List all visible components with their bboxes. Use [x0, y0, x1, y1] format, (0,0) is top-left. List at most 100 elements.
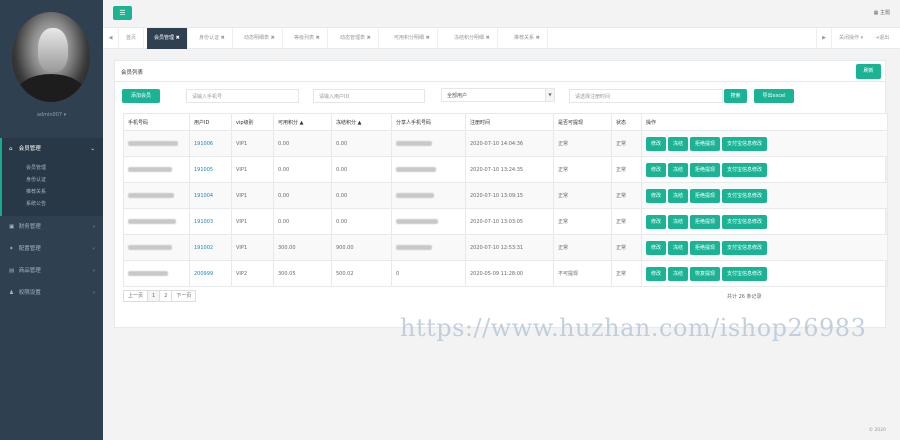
sidebar-item-finance[interactable]: ▣ 财务管理 ‹ [0, 216, 103, 238]
close-ops-dropdown[interactable]: 关闭操作 ▾ [839, 28, 863, 49]
col-uid[interactable]: 用户ID [189, 113, 232, 131]
logout-button[interactable]: ⇥退出 [875, 28, 889, 49]
cell-uid-link[interactable]: 191006 [189, 130, 232, 157]
refuse-withdraw-button[interactable]: 拒绝提现 [690, 240, 721, 255]
alipay-edit-button[interactable]: 支付宝信息修改 [722, 214, 768, 229]
box-icon: ▤ [9, 268, 15, 274]
member-list-panel: 会员列表 刷新 添加会员 请输入手机号 请输入用户ID 全部用户 ▼ 请选择注册… [114, 60, 888, 328]
cell-uid-link[interactable]: 191004 [189, 182, 232, 209]
add-member-button[interactable]: 添加会员 [122, 89, 160, 103]
theme-button[interactable]: ▦ 主题 [874, 9, 890, 16]
freeze-button[interactable]: 冻结 [668, 162, 689, 177]
edit-button[interactable]: 修改 [646, 214, 667, 229]
user-icon: ♟ [9, 290, 14, 296]
alipay-edit-button[interactable]: 支付宝信息修改 [722, 266, 768, 281]
tab-scroll-left-button[interactable]: ◀ [103, 28, 119, 49]
cell-status: 正常 [611, 130, 642, 157]
cell-vip: VIP1 [231, 130, 274, 157]
submenu-item-announcement[interactable]: 系统公告 [2, 198, 103, 210]
search-button[interactable]: 搜索 [724, 89, 747, 103]
col-withdrawable[interactable]: 是否可提现 [553, 113, 612, 131]
submenu-item-member-manage[interactable]: 会员管理 [2, 162, 103, 174]
col-register-time[interactable]: 注册时间 [465, 113, 554, 131]
col-referrer-phone[interactable]: 分享人手机号码 [391, 113, 466, 131]
tab-scroll-right-button[interactable]: ▶ [816, 28, 832, 49]
register-time-input[interactable]: 请选择注册时间 [569, 89, 723, 103]
cell-uid-link[interactable]: 200999 [189, 260, 232, 287]
cell-actions: 修改 冻结 拒绝提现 支付宝信息修改 [641, 234, 888, 261]
export-excel-button[interactable]: 导出excel [754, 89, 794, 103]
refuse-withdraw-button[interactable]: 拒绝提现 [690, 136, 721, 151]
tab-referral[interactable]: 推荐关系 ✖ [507, 28, 548, 49]
col-frozen-points[interactable]: 冻结积分 ▲ [331, 113, 392, 131]
col-status[interactable]: 状态 [611, 113, 642, 131]
freeze-button[interactable]: 冻结 [668, 266, 689, 281]
cell-uid-link[interactable]: 191002 [189, 234, 232, 261]
col-available-points[interactable]: 可用积分 ▲ [273, 113, 332, 131]
submenu-item-referral[interactable]: 推荐关系 [2, 186, 103, 198]
table-row: 191005 VIP1 0.00 0.00 2020-07-10 13:24:3… [123, 156, 888, 183]
page-1-button[interactable]: 1 [148, 291, 161, 301]
cell-frozen: 500.02 [331, 260, 392, 287]
cell-actions: 修改 冻结 拒绝提现 支付宝信息修改 [641, 182, 888, 209]
cell-vip: VIP1 [231, 182, 274, 209]
freeze-button[interactable]: 冻结 [668, 188, 689, 203]
alipay-edit-button[interactable]: 支付宝信息修改 [722, 240, 768, 255]
tab-level-list[interactable]: 等级列表 ✖ [287, 28, 328, 49]
cell-frozen: 900.00 [331, 234, 392, 261]
sidebar-item-permissions[interactable]: ♟ 权限设置 ‹ [0, 282, 103, 304]
uid-search-input[interactable]: 请输入用户ID [313, 89, 425, 103]
tab-dynamic-manage[interactable]: 动态管理表 ✖ [333, 28, 379, 49]
logout-label: 退出 [879, 35, 890, 41]
freeze-button[interactable]: 冻结 [668, 240, 689, 255]
col-phone[interactable]: 手机号码 [123, 113, 190, 131]
edit-button[interactable]: 修改 [646, 162, 667, 177]
tab-home[interactable]: 首页 [119, 28, 145, 49]
edit-button[interactable]: 修改 [646, 136, 667, 151]
tab-dynamic-detail[interactable]: 动态明细表 ✖ [237, 28, 283, 49]
top-header: ☰ ▦ 主题 [103, 0, 900, 28]
col-vip[interactable]: vip级别 [231, 113, 274, 131]
alipay-edit-button[interactable]: 支付宝信息修改 [722, 188, 768, 203]
tab-frozen-points[interactable]: 冻结积分明细 ✖ [447, 28, 498, 49]
phone-search-input[interactable]: 请输入手机号 [186, 89, 299, 103]
sidebar-submenu: 会员管理 身份认证 推荐关系 系统公告 [0, 160, 103, 216]
prev-page-button[interactable]: 上一页 [124, 291, 149, 301]
tab-member-manage[interactable]: 会员管理 ✖ [147, 28, 188, 49]
cell-status: 正常 [611, 182, 642, 209]
alipay-edit-button[interactable]: 支付宝信息修改 [722, 162, 768, 177]
edit-button[interactable]: 修改 [646, 188, 667, 203]
restore-withdraw-button[interactable]: 恢复提现 [690, 266, 721, 281]
freeze-button[interactable]: 冻结 [668, 214, 689, 229]
freeze-button[interactable]: 冻结 [668, 136, 689, 151]
cell-uid-link[interactable]: 191003 [189, 208, 232, 235]
tab-identity[interactable]: 身份认证 ✖ [192, 28, 233, 49]
edit-button[interactable]: 修改 [646, 266, 667, 281]
refuse-withdraw-button[interactable]: 拒绝提现 [690, 162, 721, 177]
edit-button[interactable]: 修改 [646, 240, 667, 255]
next-page-button[interactable]: 下一页 [172, 291, 195, 301]
cell-status: 正常 [611, 260, 642, 287]
cell-available: 0.00 [273, 130, 332, 157]
cell-withdrawable: 正常 [553, 130, 612, 157]
page-2-button[interactable]: 2 [160, 291, 173, 301]
cell-uid-link[interactable]: 191005 [189, 156, 232, 183]
alipay-edit-button[interactable]: 支付宝信息修改 [722, 136, 768, 151]
cell-frozen: 0.00 [331, 208, 392, 235]
total-records: 共计 26 条记录 [727, 294, 762, 300]
tab-available-points[interactable]: 可用积分明细 ✖ [387, 28, 438, 49]
refuse-withdraw-button[interactable]: 拒绝提现 [690, 214, 721, 229]
refresh-button[interactable]: 刷新 [856, 64, 881, 79]
sidebar-item-config[interactable]: ✦ 配置管理 ‹ [0, 238, 103, 260]
user-status-select[interactable]: 全部用户 ▼ [441, 88, 555, 102]
avatar[interactable] [12, 12, 90, 102]
menu-toggle-button[interactable]: ☰ [113, 6, 132, 20]
user-name-dropdown[interactable]: admin007 ▾ [0, 112, 103, 118]
sidebar-item-members[interactable]: ⌂ 会员管理 ⌄ [0, 138, 103, 160]
table-row: 191002 VIP1 300.00 900.00 2020-07-10 12:… [123, 234, 888, 261]
refuse-withdraw-button[interactable]: 拒绝提现 [690, 188, 721, 203]
cell-vip: VIP1 [231, 234, 274, 261]
sidebar-item-goods[interactable]: ▤ 商品管理 ‹ [0, 260, 103, 282]
select-value: 全部用户 [447, 93, 468, 99]
submenu-item-identity[interactable]: 身份认证 [2, 174, 103, 186]
